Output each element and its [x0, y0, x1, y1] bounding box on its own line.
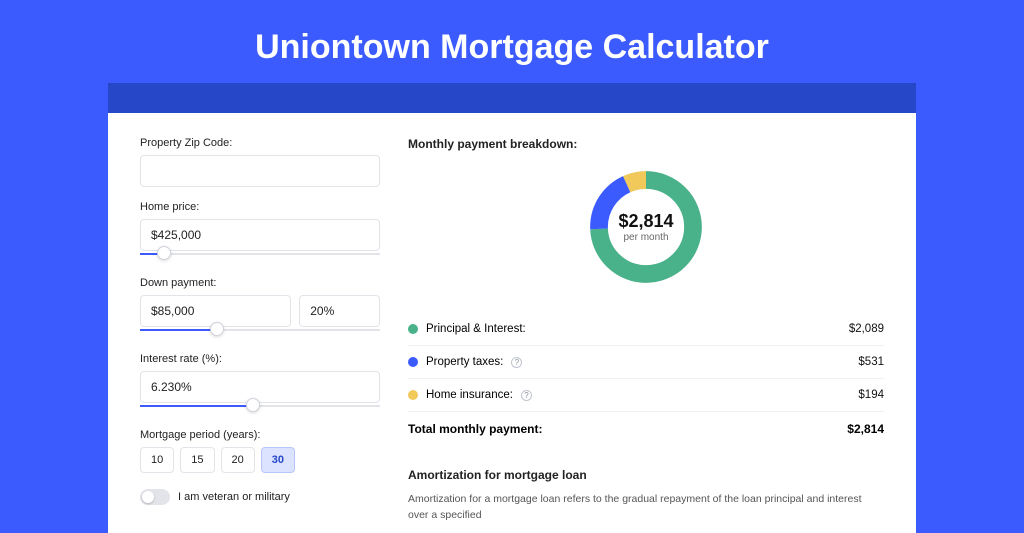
- toggle-knob: [142, 491, 154, 503]
- page-title: Uniontown Mortgage Calculator: [0, 0, 1024, 83]
- interest-field: Interest rate (%):: [140, 353, 380, 415]
- breakdown-column: Monthly payment breakdown: $2,814 per mo…: [408, 137, 884, 524]
- legend-dot-icon: [408, 357, 418, 367]
- down-payment-label: Down payment:: [140, 277, 380, 289]
- legend-label: Property taxes:: [426, 356, 503, 368]
- donut-amount: $2,814: [618, 211, 673, 232]
- form-column: Property Zip Code: Home price: Down paym…: [140, 137, 380, 524]
- period-label: Mortgage period (years):: [140, 429, 380, 441]
- home-price-field: Home price:: [140, 201, 380, 263]
- zip-input[interactable]: [140, 155, 380, 187]
- interest-input[interactable]: [140, 371, 380, 403]
- veteran-label: I am veteran or military: [178, 491, 290, 503]
- period-button-10[interactable]: 10: [140, 447, 174, 473]
- donut-sub: per month: [623, 232, 668, 243]
- legend-dot-icon: [408, 324, 418, 334]
- slider-thumb[interactable]: [210, 322, 224, 336]
- home-price-label: Home price:: [140, 201, 380, 213]
- legend-value: $194: [858, 389, 884, 401]
- legend-value: $531: [858, 356, 884, 368]
- interest-slider[interactable]: [140, 403, 380, 415]
- legend-row: Home insurance:? $194: [408, 378, 884, 411]
- info-icon[interactable]: ?: [521, 390, 532, 401]
- period-button-20[interactable]: 20: [221, 447, 255, 473]
- info-icon[interactable]: ?: [511, 357, 522, 368]
- zip-label: Property Zip Code:: [140, 137, 380, 149]
- total-row: Total monthly payment: $2,814: [408, 411, 884, 446]
- home-price-slider[interactable]: [140, 251, 380, 263]
- veteran-toggle[interactable]: [140, 489, 170, 505]
- legend-row: Property taxes:? $531: [408, 345, 884, 378]
- amortization-text: Amortization for a mortgage loan refers …: [408, 492, 884, 524]
- interest-label: Interest rate (%):: [140, 353, 380, 365]
- legend-label: Principal & Interest:: [426, 323, 526, 335]
- header-band: [108, 83, 916, 113]
- period-field: Mortgage period (years): 1015 2030: [140, 429, 380, 473]
- calculator-card: Property Zip Code: Home price: Down paym…: [108, 113, 916, 533]
- breakdown-title: Monthly payment breakdown:: [408, 137, 884, 151]
- legend-row: Principal & Interest: $2,089: [408, 313, 884, 345]
- total-label: Total monthly payment:: [408, 422, 542, 436]
- period-button-15[interactable]: 15: [180, 447, 214, 473]
- slider-thumb[interactable]: [246, 398, 260, 412]
- down-payment-slider[interactable]: [140, 327, 380, 339]
- home-price-input[interactable]: [140, 219, 380, 251]
- total-value: $2,814: [847, 422, 884, 436]
- payment-donut-chart: $2,814 per month: [584, 165, 708, 289]
- legend-value: $2,089: [849, 323, 884, 335]
- legend-dot-icon: [408, 390, 418, 400]
- legend-label: Home insurance:: [426, 389, 513, 401]
- zip-field: Property Zip Code:: [140, 137, 380, 187]
- down-payment-pct-input[interactable]: [299, 295, 380, 327]
- amortization-title: Amortization for mortgage loan: [408, 468, 884, 482]
- period-button-30[interactable]: 30: [261, 447, 295, 473]
- veteran-row: I am veteran or military: [140, 489, 380, 505]
- slider-thumb[interactable]: [157, 246, 171, 260]
- down-payment-field: Down payment:: [140, 277, 380, 339]
